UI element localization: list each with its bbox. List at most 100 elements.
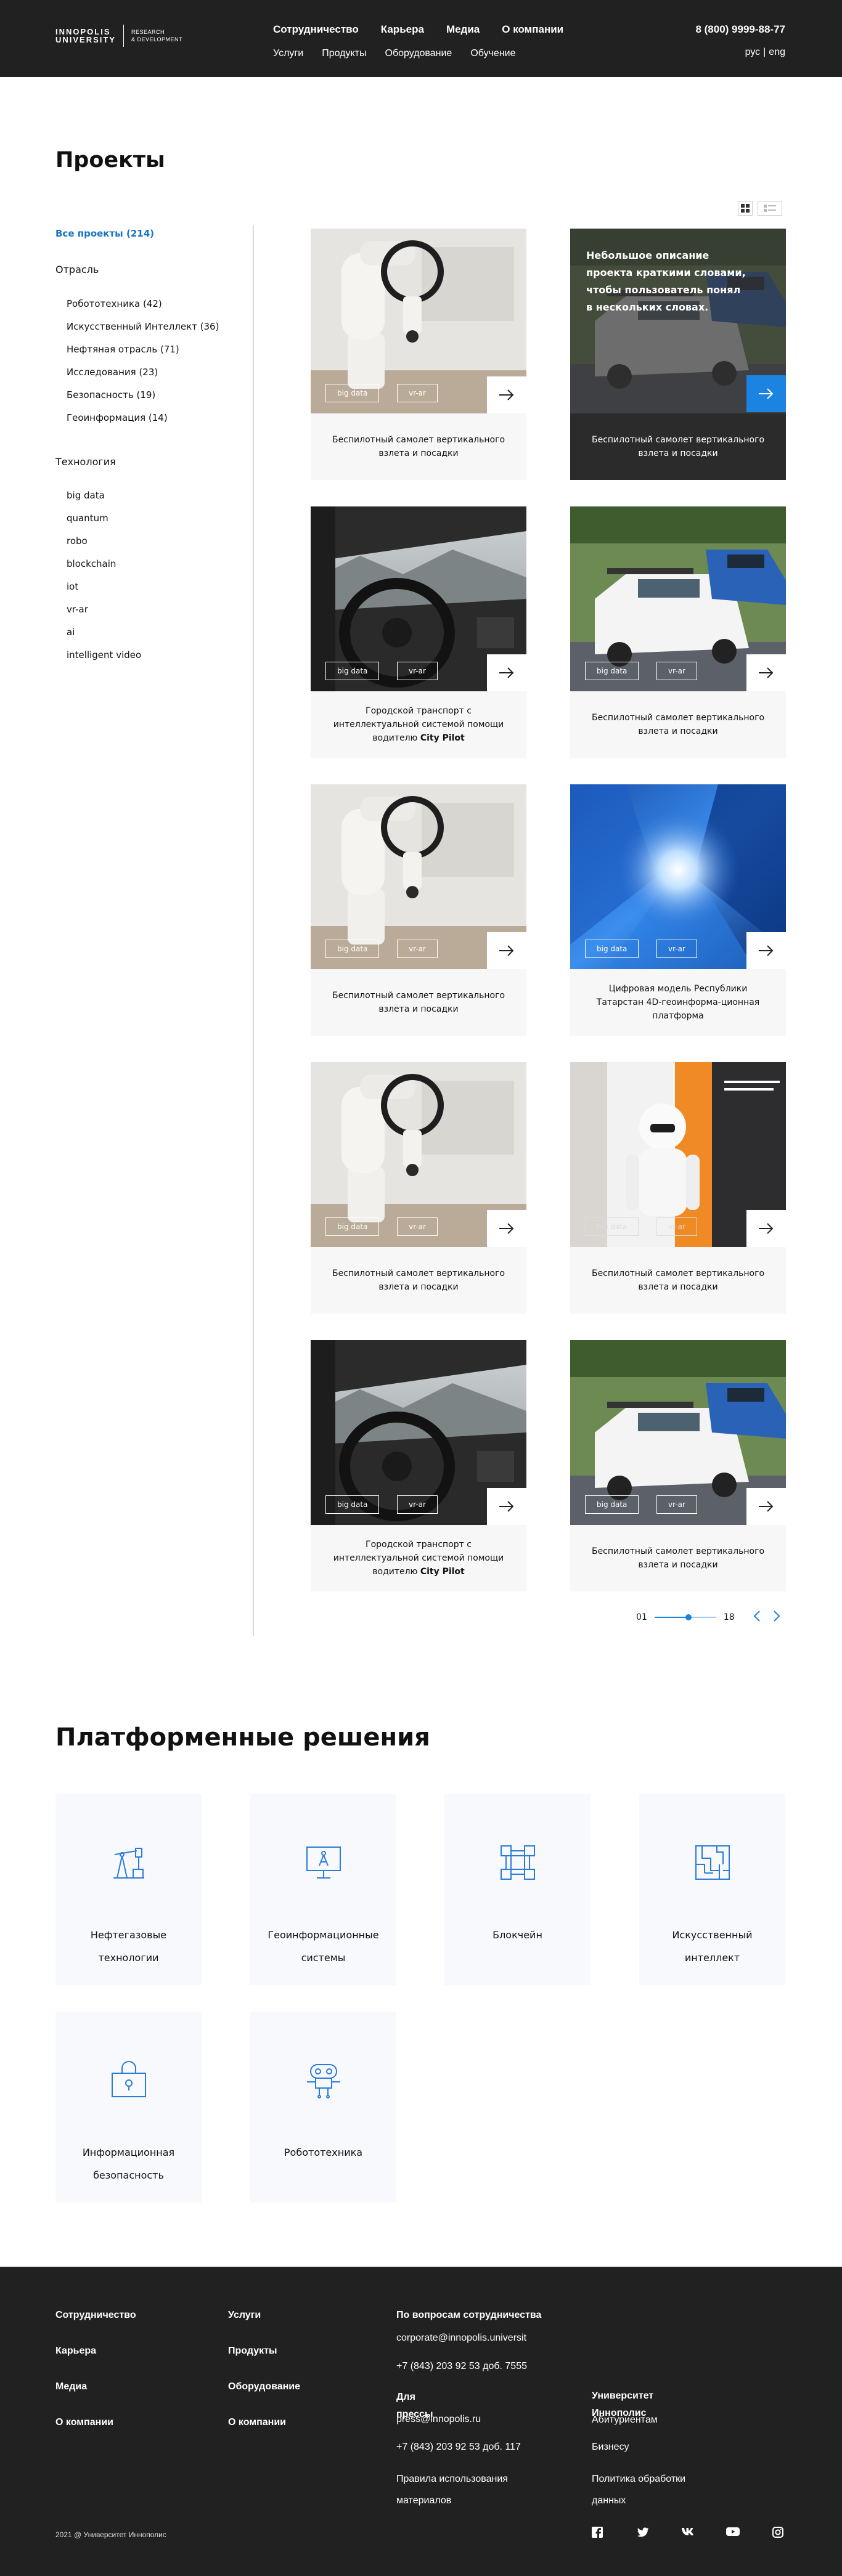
tag-badge[interactable]: big data [325,384,380,402]
filter-item-research[interactable]: Исследования (23) [67,367,158,378]
platform-card[interactable]: Геоинформационные системы [250,1794,396,1985]
platform-card[interactable]: Блокчейн [444,1794,591,1985]
project-card[interactable]: big data vr-ar Беспилотный самолет верти… [570,1062,786,1314]
footer-terms-link[interactable]: Правила использования материалов [396,2468,538,2511]
slider-knob[interactable] [685,1614,692,1620]
open-project-button[interactable] [487,654,526,691]
tag-badge[interactable]: vr-ar [656,1495,697,1514]
open-project-button[interactable] [487,932,526,969]
footer-link-cooperation[interactable]: Сотрудничество [55,2310,136,2321]
twitter-icon[interactable] [637,2527,649,2541]
tag-badge[interactable]: vr-ar [656,1217,697,1236]
lang-en[interactable]: eng [769,47,785,58]
filter-item-security[interactable]: Безопасность (19) [67,389,155,400]
open-project-button[interactable] [487,376,526,413]
tag-badge[interactable]: vr-ar [397,384,438,402]
footer-link-business[interactable]: Бизнесу [592,2442,629,2453]
pagination-slider[interactable] [654,1614,716,1620]
footer-coop-email[interactable]: corporate@innopolis.universit [396,2333,526,2344]
project-card[interactable]: big data vr-ar Беспилотный самолет верти… [311,1062,526,1314]
filter-item-geo[interactable]: Геоинформация (14) [67,412,168,423]
footer-link-products[interactable]: Продукты [228,2346,277,2357]
platform-card[interactable]: Искусственный интеллект [639,1794,785,1985]
grid-view-button[interactable] [738,201,753,216]
tag-badge[interactable]: big data [325,940,380,958]
tag-badge[interactable]: vr-ar [656,940,697,958]
filter-item-bigdata[interactable]: big data [67,490,105,501]
tag-badge[interactable]: big data [585,940,639,958]
open-project-button[interactable] [487,1488,526,1525]
next-page-button[interactable] [773,1610,780,1625]
tag-badge[interactable]: vr-ar [397,662,438,680]
open-project-button[interactable] [746,1488,786,1525]
filter-item-intelligent-video[interactable]: intelligent video [67,649,141,660]
project-card[interactable]: big data vr-ar Городской транспорт с инт… [311,506,526,758]
footer-link-about[interactable]: О компании [55,2417,113,2428]
project-card[interactable]: big data vr-ar Беспилотный самолет верти… [570,1340,786,1591]
tag-badge[interactable]: vr-ar [397,940,438,958]
open-project-button[interactable] [746,1210,786,1247]
nav-services[interactable]: Услуги [273,48,303,59]
header-phone[interactable]: 8 (800) 9999-88-77 [695,23,785,36]
footer-link-equipment[interactable]: Оборудование [228,2381,300,2392]
platform-card[interactable]: Робототехника [250,2012,396,2203]
logo[interactable]: Innopolis University Research & Developm… [55,25,182,47]
nav-about[interactable]: О компании [502,23,563,36]
vk-icon[interactable] [681,2527,696,2540]
nav-products[interactable]: Продукты [322,48,366,59]
nav-equipment[interactable]: Оборудование [385,48,452,59]
facebook-icon[interactable] [592,2527,603,2541]
filter-item-vrar[interactable]: vr-ar [67,604,88,615]
prev-page-button[interactable] [753,1610,761,1625]
footer-link-services[interactable]: Услуги [228,2310,261,2321]
filter-item-oil[interactable]: Нефтяная отрасль (71) [67,344,179,355]
filter-item-robo[interactable]: robo [67,535,88,546]
instagram-icon[interactable] [772,2527,783,2541]
tag-badge[interactable]: big data [325,1217,380,1236]
list-view-button[interactable] [758,201,782,216]
tag-badge[interactable]: vr-ar [656,662,697,680]
filter-item-iot[interactable]: iot [67,581,78,592]
footer-coop-phone[interactable]: +7 (843) 203 92 53 доб. 7555 [396,2361,527,2372]
platform-card[interactable]: Информационная безопасность [55,2012,202,2203]
nav-media[interactable]: Медиа [446,23,480,36]
project-card[interactable]: big data vr-ar Беспилотный самолет верти… [311,229,526,480]
open-project-button[interactable] [746,375,786,412]
tag-badge[interactable]: vr-ar [397,1217,438,1236]
project-card[interactable]: big data vr-ar Беспилотный самолет верти… [570,506,786,758]
open-project-button[interactable] [746,654,786,691]
platform-card[interactable]: Нефтегазовые технологии [55,1794,202,1985]
filter-item-ai[interactable]: Искусственный Интеллект (36) [67,321,219,332]
footer-link-applicants[interactable]: Абитуриентам [592,2415,658,2426]
open-project-button[interactable] [487,1210,526,1247]
tag-badge[interactable]: big data [585,1495,639,1514]
project-card[interactable]: big data vr-ar Городской транспорт с инт… [311,1340,526,1591]
tag-badge[interactable]: big data [325,662,380,680]
filter-item-ai-tech[interactable]: ai [67,627,75,638]
lang-ru[interactable]: рус [745,47,761,58]
filter-item-quantum[interactable]: quantum [67,513,108,524]
footer-link-privacy[interactable]: Политика обработки данных [592,2468,715,2511]
footer-link-career[interactable]: Карьера [55,2346,96,2357]
footer-press-phone[interactable]: +7 (843) 203 92 53 доб. 117 [396,2442,521,2453]
tag-badge[interactable]: big data [585,662,639,680]
project-card[interactable]: big data vr-ar Беспилотный самолет верти… [311,784,526,1036]
tag-badge[interactable]: big data [585,1217,639,1236]
project-card[interactable]: big data vr-ar Цифровая модель Республик… [570,784,786,1036]
youtube-icon[interactable] [726,2527,740,2540]
project-card-hover[interactable]: Небольшое описание проекта краткими слов… [570,229,786,480]
footer-link-about-2[interactable]: О компании [228,2417,286,2428]
project-caption: Беспилотный самолет вертикального взлета… [591,713,765,736]
nav-education[interactable]: Обучение [470,48,515,59]
footer-coop-heading: По вопросам сотрудничества [396,2310,542,2320]
nav-career[interactable]: Карьера [381,23,424,36]
open-project-button[interactable] [746,932,786,969]
footer-link-media[interactable]: Медиа [55,2381,87,2392]
nav-cooperation[interactable]: Сотрудничество [273,23,359,36]
footer-press-email[interactable]: press@innopolis.ru [396,2414,481,2425]
filter-item-blockchain[interactable]: blockchain [67,558,116,569]
tag-badge[interactable]: big data [325,1495,380,1514]
filter-item-robotics[interactable]: Робототехника (42) [67,298,162,309]
tag-badge[interactable]: vr-ar [397,1495,438,1514]
filter-all-projects[interactable]: Все проекты (214) [55,228,154,239]
